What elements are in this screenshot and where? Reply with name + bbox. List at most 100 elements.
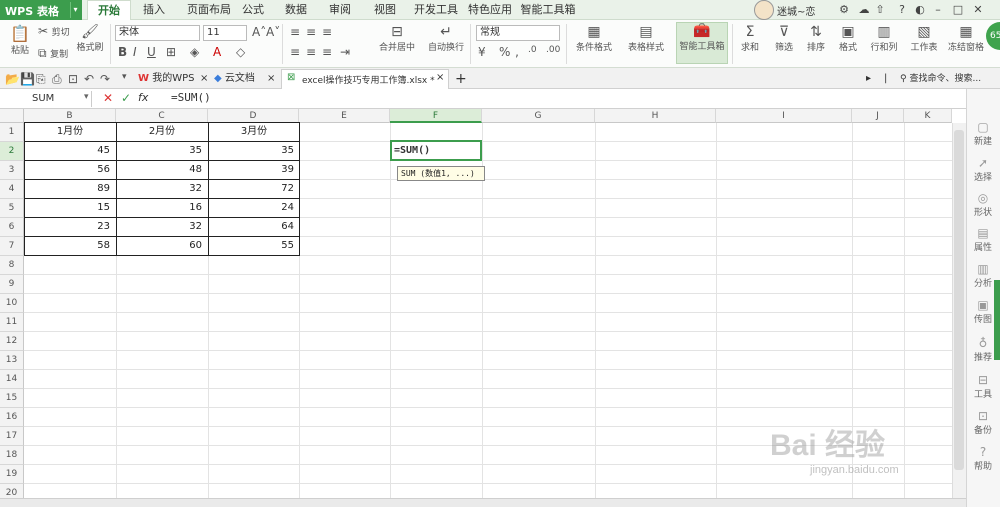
row-header[interactable]: 4 <box>0 180 24 199</box>
row-header[interactable]: 15 <box>0 389 24 408</box>
table-cell[interactable]: 15 <box>24 198 116 217</box>
wrap-text-button[interactable]: ↵ 自动换行 <box>426 24 466 53</box>
tab-page-layout[interactable]: 页面布局 <box>180 0 238 20</box>
column-header-i[interactable]: I <box>716 109 852 123</box>
worksheet-button[interactable]: ▧ 工作表 <box>906 24 942 53</box>
table-cell[interactable]: 35 <box>116 141 208 160</box>
redo-icon[interactable]: ↷ <box>100 72 110 86</box>
close-icon[interactable]: ✕ <box>970 2 986 18</box>
tab-home[interactable]: 开始 <box>87 0 131 20</box>
name-box[interactable]: SUM <box>2 91 92 107</box>
confirm-icon[interactable]: ✓ <box>121 91 131 105</box>
help-icon[interactable]: ? <box>894 2 910 18</box>
fill-color-icon[interactable]: ◈ <box>190 45 199 59</box>
tab-formula[interactable]: 公式 <box>236 0 270 20</box>
conditional-format-button[interactable]: ▦ 条件格式 <box>571 24 617 53</box>
column-header-c[interactable]: C <box>116 109 208 123</box>
sidebar-item-properties[interactable]: ▤ 属性 <box>966 226 1000 253</box>
currency-icon[interactable]: ¥ <box>478 45 486 59</box>
row-header[interactable]: 19 <box>0 465 24 484</box>
table-cell[interactable]: 32 <box>116 179 208 198</box>
row-header[interactable]: 10 <box>0 294 24 313</box>
table-header-cell[interactable]: 2月份 <box>116 122 208 141</box>
font-size-select[interactable]: 11 <box>203 25 247 41</box>
italic-icon[interactable]: I <box>133 45 137 59</box>
sidebar-item-backup[interactable]: ⊡ 备份 <box>966 409 1000 436</box>
row-header[interactable]: 17 <box>0 427 24 446</box>
select-all-corner[interactable] <box>0 109 24 123</box>
indent-icon[interactable]: ⇥ <box>340 45 350 59</box>
column-header-b[interactable]: B <box>24 109 116 123</box>
tab-developer[interactable]: 开发工具 <box>411 0 461 20</box>
table-header-cell[interactable]: 1月份 <box>24 122 116 141</box>
align-left-icon[interactable]: ≡ <box>290 45 300 59</box>
align-right-icon[interactable]: ≡ <box>322 45 332 59</box>
minimize-icon[interactable]: – <box>930 2 946 18</box>
row-col-button[interactable]: ▥ 行和列 <box>866 24 902 53</box>
table-cell[interactable]: 89 <box>24 179 116 198</box>
search-box[interactable]: ⚲ 查找命令、搜索... <box>900 70 1000 89</box>
copy-button[interactable]: ⧉ 复制 <box>38 46 68 61</box>
column-header-j[interactable]: J <box>852 109 904 123</box>
sidebar-item-shape[interactable]: ◎ 形状 <box>966 191 1000 218</box>
cancel-icon[interactable]: ✕ <box>103 91 113 105</box>
tab-special-apps[interactable]: 特色应用 <box>465 0 515 20</box>
row-header[interactable]: 6 <box>0 218 24 237</box>
column-header-k[interactable]: K <box>904 109 952 123</box>
table-header-cell[interactable]: 3月份 <box>208 122 300 141</box>
row-header[interactable]: 1 <box>0 123 24 142</box>
increase-decimal-icon[interactable]: .0 <box>528 45 537 55</box>
table-cell[interactable]: 32 <box>116 217 208 236</box>
table-cell[interactable]: 55 <box>208 236 300 255</box>
close-tab-icon[interactable]: × <box>267 70 275 89</box>
sidebar-item-help[interactable]: ? 帮助 <box>966 445 1000 472</box>
table-cell[interactable]: 39 <box>208 160 300 179</box>
table-cell[interactable]: 58 <box>24 236 116 255</box>
sidebar-item-new[interactable]: ▢ 新建 <box>966 120 1000 147</box>
sidebar-item-tools[interactable]: ⊟ 工具 <box>966 373 1000 400</box>
table-cell[interactable]: 35 <box>208 141 300 160</box>
row-header[interactable]: 16 <box>0 408 24 427</box>
table-cell[interactable]: 45 <box>24 141 116 160</box>
paste-button[interactable]: 📋 粘贴 <box>8 24 32 64</box>
function-icon[interactable]: fx <box>138 91 148 104</box>
font-name-select[interactable]: 宋体 <box>115 25 200 41</box>
column-header-h[interactable]: H <box>595 109 716 123</box>
filter-button[interactable]: ⊽ 筛选 <box>770 24 798 53</box>
tab-insert[interactable]: 插入 <box>137 0 171 20</box>
border-icon[interactable]: ⊞ <box>166 45 176 59</box>
user-name[interactable]: 迷城~恋 <box>777 3 815 18</box>
print-icon[interactable]: ⎙ <box>52 72 62 87</box>
font-color-icon[interactable]: A <box>213 45 221 59</box>
tab-smart-toolbox[interactable]: 智能工具箱 <box>517 0 579 20</box>
chevron-down-icon[interactable]: ▾ <box>84 92 89 102</box>
comma-icon[interactable]: ‚ <box>515 45 519 59</box>
formula-input[interactable]: =SUM() <box>171 91 211 104</box>
tab-view[interactable]: 视图 <box>368 0 402 20</box>
undo-icon[interactable]: ↶ <box>84 72 94 86</box>
clear-format-icon[interactable]: ◇ <box>236 45 245 59</box>
column-header-d[interactable]: D <box>208 109 299 123</box>
scrollbar-thumb[interactable] <box>954 130 964 470</box>
chevron-down-icon[interactable]: ▾ <box>70 2 80 18</box>
bold-icon[interactable]: B <box>118 45 127 59</box>
merge-center-button[interactable]: ⊟ 合并居中 <box>374 24 420 53</box>
sort-button[interactable]: ⇅ 排序 <box>802 24 830 53</box>
chat-icon[interactable]: ▸ <box>866 70 871 89</box>
table-cell[interactable]: 16 <box>116 198 208 217</box>
column-header-g[interactable]: G <box>482 109 595 123</box>
preview-icon[interactable]: ⊡ <box>68 72 78 86</box>
decrease-decimal-icon[interactable]: .00 <box>546 45 560 55</box>
number-format-select[interactable]: 常规 <box>476 25 560 41</box>
sidebar-collapse-handle[interactable] <box>994 280 1000 360</box>
tab-data[interactable]: 数据 <box>279 0 313 20</box>
column-header-e[interactable]: E <box>299 109 390 123</box>
table-cell[interactable]: 72 <box>208 179 300 198</box>
table-cell[interactable]: 56 <box>24 160 116 179</box>
row-header[interactable]: 18 <box>0 446 24 465</box>
wps-app-button[interactable]: WPS 表格 ▾ <box>0 0 82 20</box>
row-header[interactable]: 3 <box>0 161 24 180</box>
row-header[interactable]: 5 <box>0 199 24 218</box>
row-header[interactable]: 14 <box>0 370 24 389</box>
avatar[interactable] <box>754 0 774 20</box>
